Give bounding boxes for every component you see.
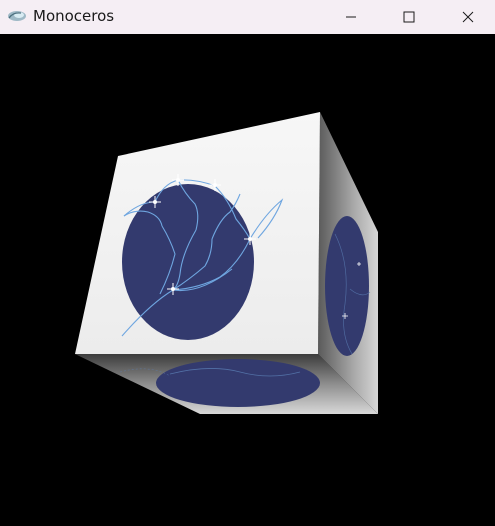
- close-button[interactable]: [445, 0, 491, 34]
- render-viewport[interactable]: [0, 34, 495, 526]
- close-icon: [462, 11, 474, 23]
- maximize-icon: [403, 11, 415, 23]
- monoceros-app-icon: [8, 11, 26, 21]
- title-bar[interactable]: Monoceros: [0, 0, 495, 34]
- window-title: Monoceros: [33, 7, 115, 25]
- minimize-icon: [346, 16, 356, 18]
- minimize-button[interactable]: [328, 0, 374, 34]
- maximize-button[interactable]: [386, 0, 432, 34]
- app-window: Monoceros: [0, 0, 495, 526]
- cube-scene: [75, 112, 378, 414]
